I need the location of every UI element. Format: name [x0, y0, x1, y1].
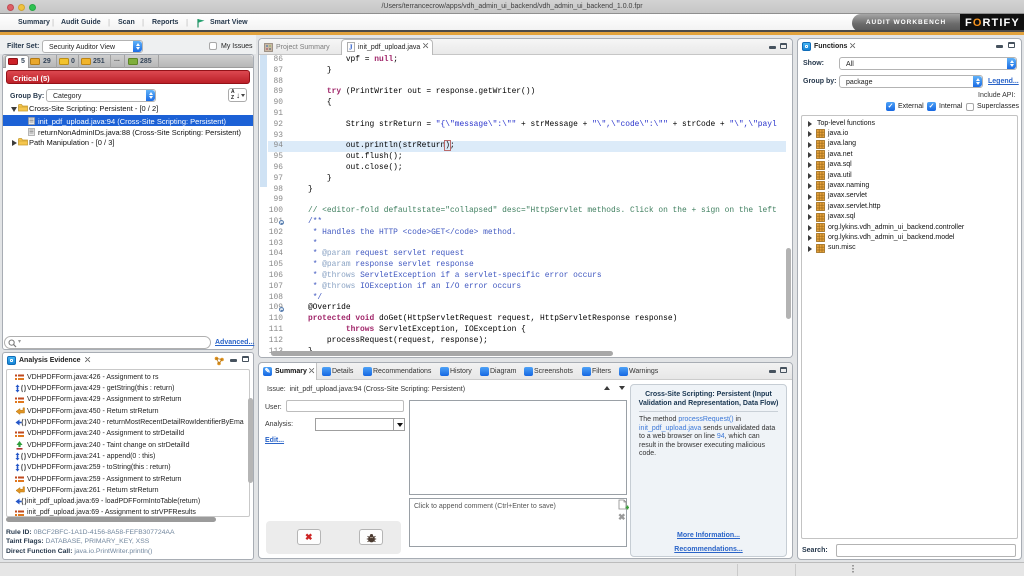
svg-text:J: J [349, 44, 353, 52]
